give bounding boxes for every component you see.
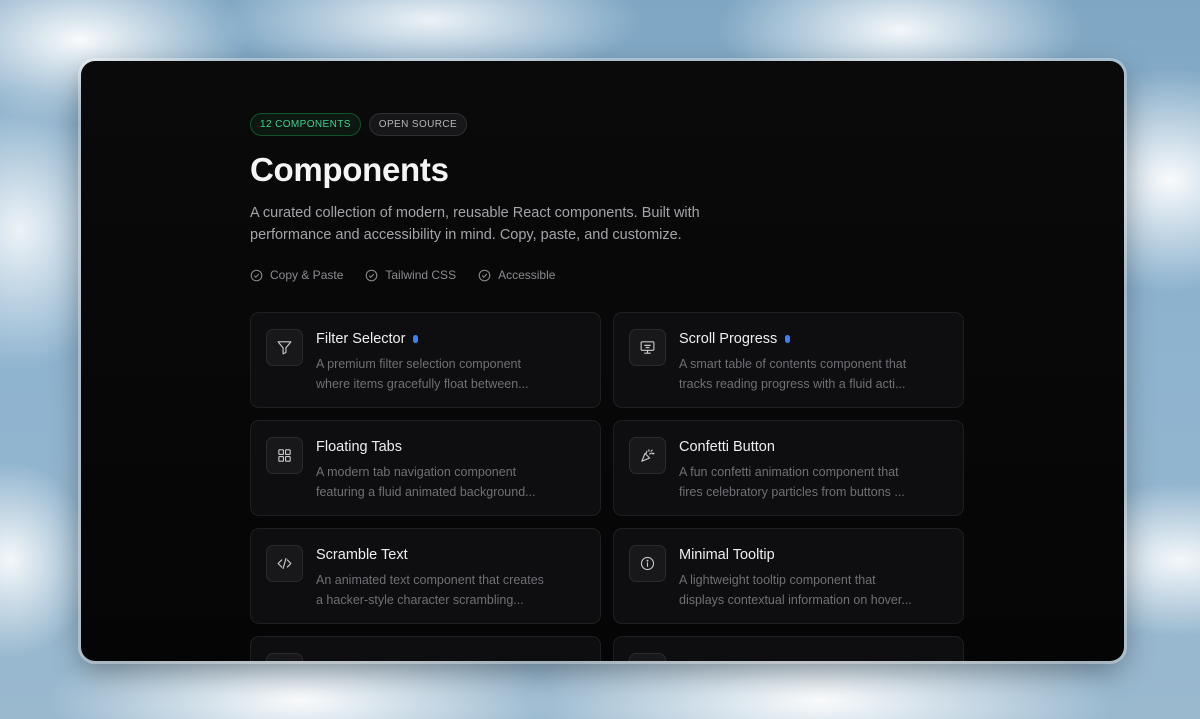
filter-icon: [277, 341, 292, 355]
card-icon-box: [266, 437, 303, 474]
check-circle-icon: [366, 269, 378, 281]
feature-item: Copy & Paste: [250, 268, 343, 282]
card-description: A fun confetti animation component that …: [679, 462, 919, 502]
card-description-line: featuring a fluid animated background...: [316, 485, 536, 499]
card-icon-box: [266, 329, 303, 366]
component-card-filter-selector[interactable]: Filter Selector A premium filter selecti…: [250, 312, 601, 408]
feature-list: Copy & Paste Tailwind CSS Accessible: [250, 268, 964, 282]
card-description-line: fires celebratory particles from buttons…: [679, 485, 905, 499]
monitor-icon: [640, 341, 655, 354]
card-description-line: An animated text component that creates: [316, 573, 544, 587]
badge-row: 12 COMPONENTS OPEN SOURCE: [250, 113, 964, 136]
component-card-scroll-progress[interactable]: Scroll Progress A smart table of content…: [613, 312, 964, 408]
component-grid: Filter Selector A premium filter selecti…: [250, 312, 964, 661]
card-description-line: A lightweight tooltip component that: [679, 573, 876, 587]
feature-label: Accessible: [498, 268, 556, 282]
code-icon: [277, 557, 292, 570]
main-content: 12 COMPONENTS OPEN SOURCE Components A c…: [250, 113, 964, 661]
card-title: Confetti Button: [679, 439, 775, 455]
check-circle-icon: [250, 269, 263, 281]
card-icon-box: [629, 329, 666, 366]
card-description-line: A modern tab navigation component: [316, 465, 517, 479]
card-description-line: displays contextual information on hover…: [679, 593, 912, 607]
card-description-line: A premium filter selection component: [316, 357, 521, 371]
grid-icon: [278, 449, 291, 462]
card-description: An animated text component that creates …: [316, 570, 556, 610]
card-icon-box: [266, 545, 303, 582]
feature-label: Tailwind CSS: [385, 268, 457, 282]
page-description: A curated collection of modern, reusable…: [250, 205, 700, 243]
party-popper-icon: [641, 449, 655, 462]
component-card-partial[interactable]: [613, 636, 964, 661]
page-title: Components: [250, 151, 449, 188]
card-icon-box: [629, 545, 666, 582]
feature-label: Copy & Paste: [270, 268, 344, 282]
card-description: A lightweight tooltip component that dis…: [679, 570, 919, 610]
card-icon-box: [629, 437, 666, 474]
card-description-line: a hacker-style character scrambling...: [316, 593, 524, 607]
card-title: Scramble Text: [316, 547, 408, 563]
component-card-minimal-tooltip[interactable]: Minimal Tooltip A lightweight tooltip co…: [613, 528, 964, 624]
card-description: A smart table of contents component that…: [679, 354, 919, 394]
card-description: A premium filter selection component whe…: [316, 354, 556, 394]
open-source-badge: OPEN SOURCE: [368, 113, 468, 136]
component-card-floating-tabs[interactable]: Floating Tabs A modern tab navigation co…: [250, 420, 601, 516]
check-circle-icon: [478, 269, 491, 281]
card-description-line: where items gracefully float between...: [316, 377, 529, 391]
component-card-scramble-text[interactable]: Scramble Text An animated text component…: [250, 528, 601, 624]
new-indicator-dot: [413, 335, 419, 343]
card-title: Scroll Progress: [679, 331, 778, 347]
component-card-partial[interactable]: [250, 636, 601, 661]
card-title: Floating Tabs: [316, 439, 402, 455]
info-icon: [640, 556, 655, 571]
app-window: 12 COMPONENTS OPEN SOURCE Components A c…: [81, 61, 1124, 661]
card-description-line: A smart table of contents component that: [679, 357, 907, 371]
card-description-line: tracks reading progress with a fluid act…: [679, 377, 906, 391]
card-title: Filter Selector: [316, 331, 406, 347]
card-description: A modern tab navigation component featur…: [316, 462, 556, 502]
new-indicator-dot: [785, 335, 791, 343]
feature-item: Accessible: [478, 268, 555, 282]
card-title: Minimal Tooltip: [679, 547, 775, 563]
component-count-badge: 12 COMPONENTS: [250, 113, 361, 136]
card-icon-box: [629, 653, 666, 661]
card-icon-box: [266, 653, 303, 661]
card-description-line: A fun confetti animation component that: [679, 465, 899, 479]
feature-item: Tailwind CSS: [365, 268, 456, 282]
component-card-confetti-button[interactable]: Confetti Button A fun confetti animation…: [613, 420, 964, 516]
